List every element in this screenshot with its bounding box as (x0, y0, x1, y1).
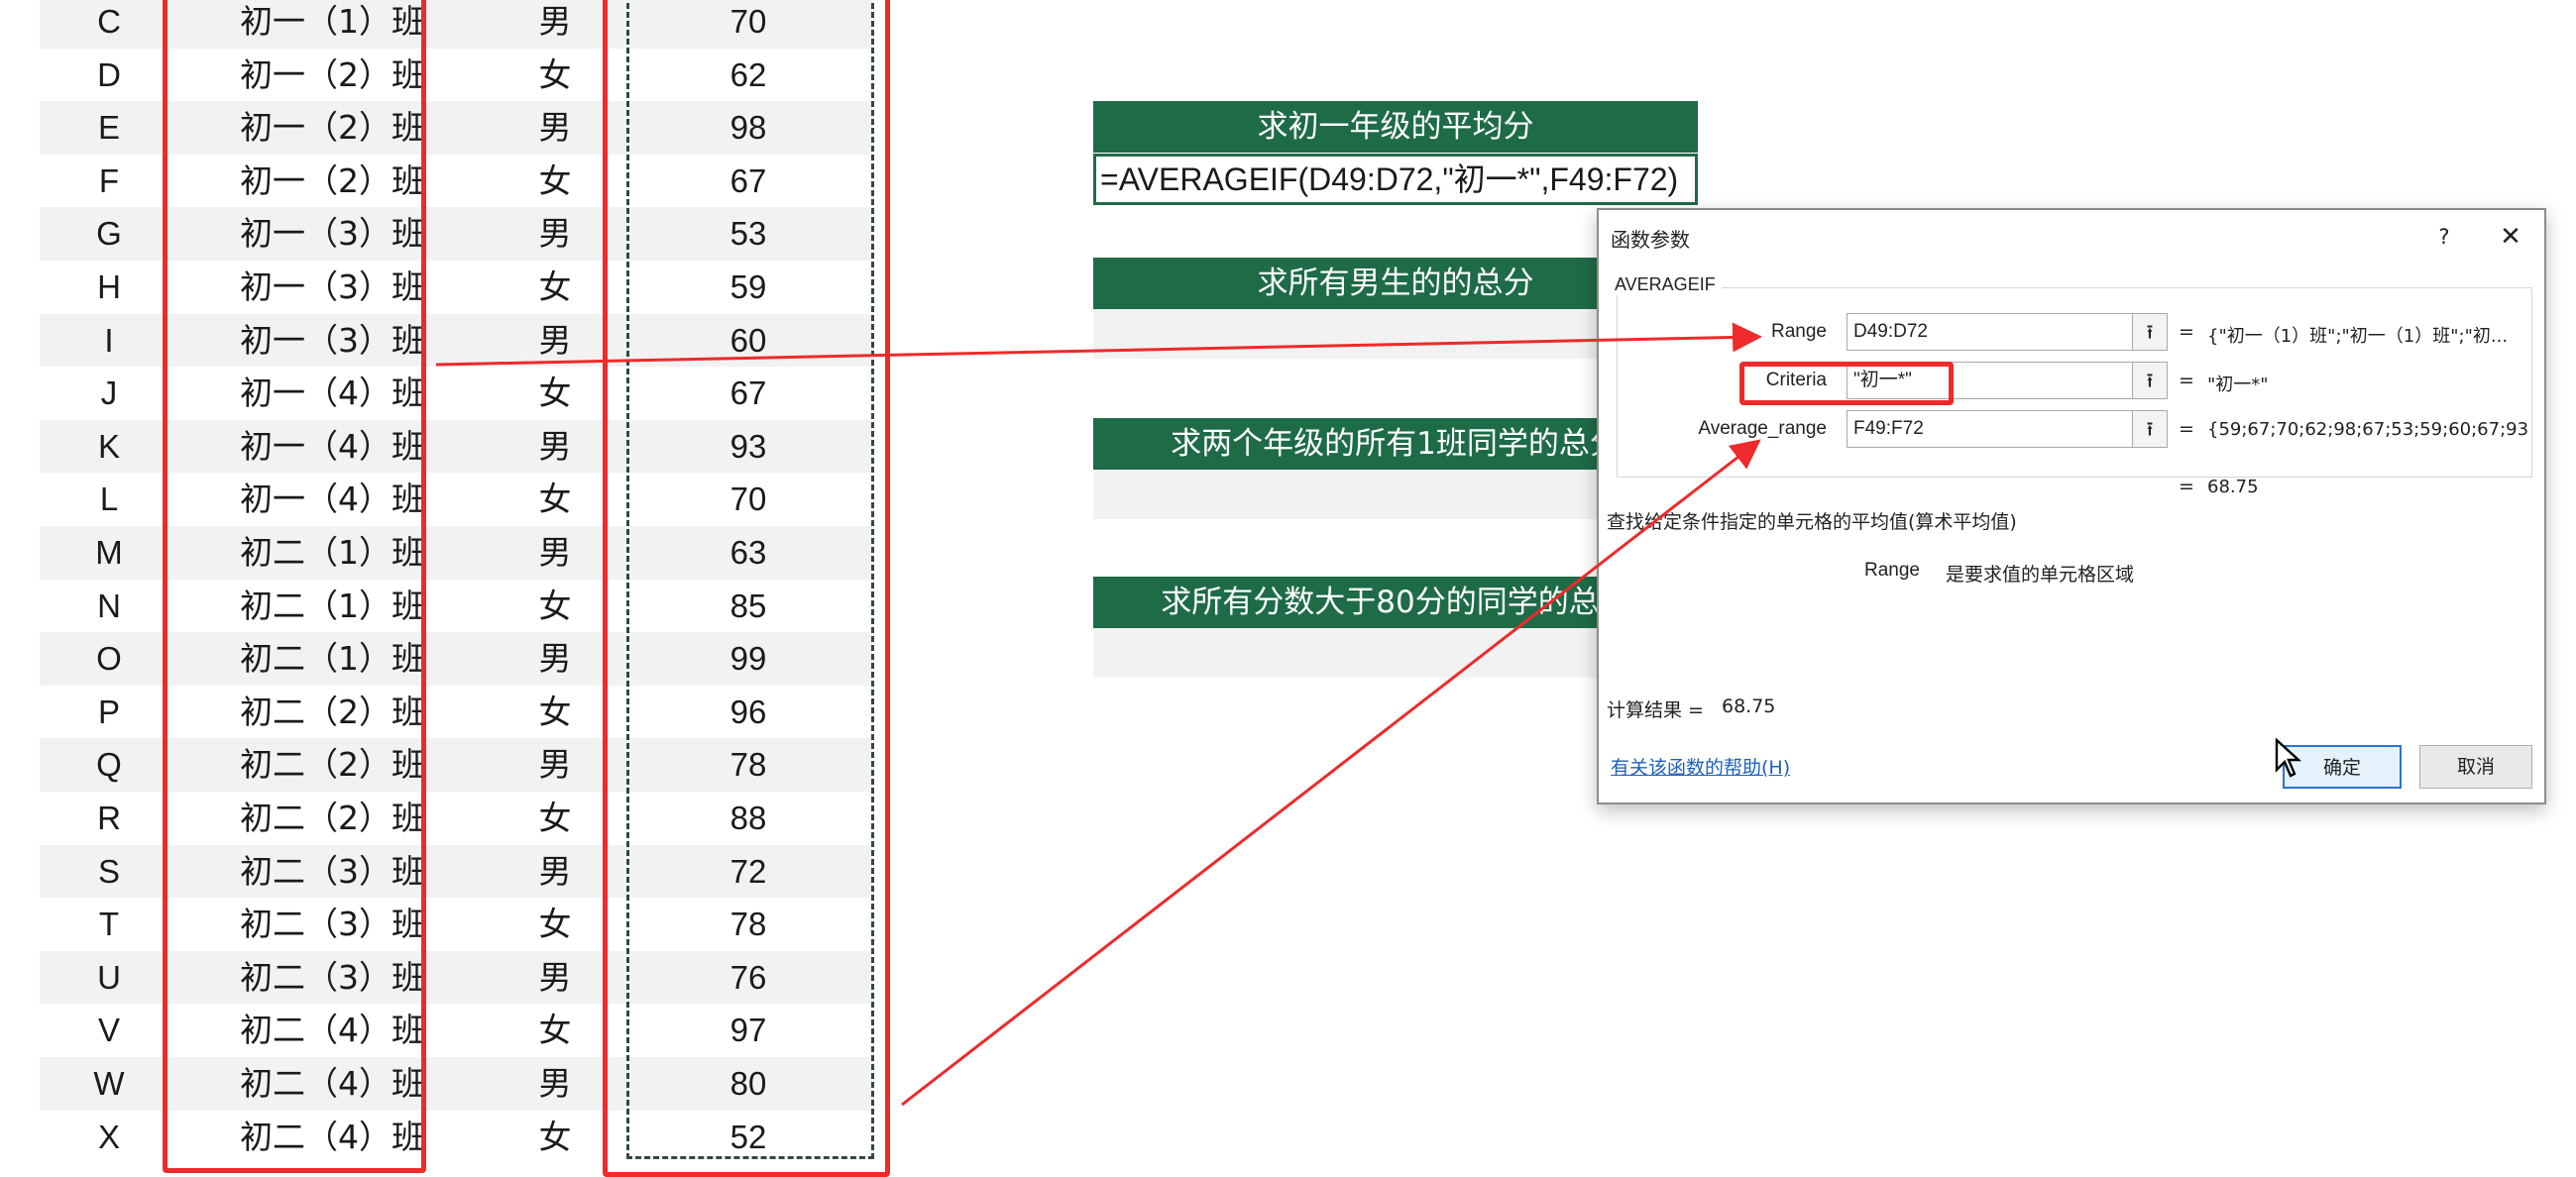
collapse-range-button[interactable]: ⭱ (2132, 313, 2168, 351)
calc-result-label: 计算结果 = (1607, 699, 1704, 721)
close-icon[interactable]: ✕ (2491, 220, 2530, 254)
average-range-label: Average_range (1698, 418, 1827, 439)
collapse-average-range-button[interactable]: ⭱ (2132, 410, 2168, 448)
average-range-result: {59;67;70;62;98;67;53;59;60;67;93... (2207, 419, 2529, 440)
help-question-icon[interactable]: ? (2427, 220, 2461, 254)
row-label[interactable]: L (40, 473, 178, 526)
param-help: 是要求值的单元格区域 (1946, 564, 2135, 586)
row-label[interactable]: I (40, 313, 178, 368)
range-equals: = (2179, 321, 2194, 343)
collapse-dialog-icon: ⭱ (2146, 320, 2154, 344)
function-name: AVERAGEIF (1609, 274, 1722, 295)
score-column-selection (626, 0, 874, 1159)
average-range-equals: = (2179, 418, 2194, 440)
row-label[interactable]: C (40, 0, 178, 49)
criteria-equals: = (2179, 370, 2194, 391)
range-input[interactable]: D49:D72 (1847, 313, 2144, 351)
row-label[interactable]: G (40, 207, 178, 261)
row-label[interactable]: T (40, 898, 178, 951)
row-label[interactable]: H (40, 261, 178, 314)
row-label[interactable]: J (40, 367, 178, 420)
collapse-criteria-button[interactable]: ⭱ (2132, 362, 2168, 399)
row-label[interactable]: P (40, 686, 178, 739)
row-label[interactable]: W (40, 1057, 178, 1111)
row-label[interactable]: F (40, 155, 178, 208)
row-label[interactable]: N (40, 580, 178, 633)
function-help-link[interactable]: 有关该函数的帮助(H) (1611, 753, 1790, 780)
range-label: Range (1771, 321, 1827, 342)
row-label[interactable]: O (40, 632, 178, 686)
row-label[interactable]: K (40, 419, 178, 474)
overall-equals: = (2179, 476, 2194, 497)
task-header-average-grade1: 求初一年级的平均分 (1093, 101, 1698, 153)
row-label[interactable]: U (40, 950, 178, 1005)
row-label[interactable]: V (40, 1004, 178, 1057)
dialog-title: 函数参数 (1611, 228, 1690, 252)
average-range-input[interactable]: F49:F72 (1847, 410, 2144, 448)
row-label[interactable]: S (40, 844, 178, 899)
range-result: {"初一（1）班";"初一（1）班";"初... (2207, 326, 2509, 347)
row-label[interactable]: Q (40, 738, 178, 792)
collapse-dialog-icon: ⭱ (2146, 369, 2154, 392)
row-label[interactable]: X (40, 1111, 178, 1164)
collapse-dialog-icon: ⭱ (2146, 417, 2154, 441)
cancel-button[interactable]: 取消 (2419, 745, 2532, 789)
row-label[interactable]: D (40, 49, 178, 102)
row-label[interactable]: E (40, 101, 178, 155)
class-column-highlight (163, 0, 426, 1173)
function-description: 查找给定条件指定的单元格的平均值(算术平均值) (1607, 511, 2017, 533)
mouse-cursor-icon (2275, 738, 2302, 778)
row-label[interactable]: R (40, 792, 178, 845)
criteria-result: "初一*" (2207, 374, 2269, 395)
row-label[interactable]: M (40, 526, 178, 580)
criteria-highlight (1739, 362, 1954, 405)
calc-result-value: 68.75 (1722, 696, 1776, 717)
param-name: Range (1864, 560, 1920, 581)
overall-result: 68.75 (2207, 477, 2259, 497)
formula-cell[interactable]: =AVERAGEIF(D49:D72,"初一*",F49:F72) (1093, 154, 1698, 205)
function-arguments-dialog: 函数参数 ? ✕ AVERAGEIF Range D49:D72 ⭱ = {"初… (1597, 208, 2546, 804)
